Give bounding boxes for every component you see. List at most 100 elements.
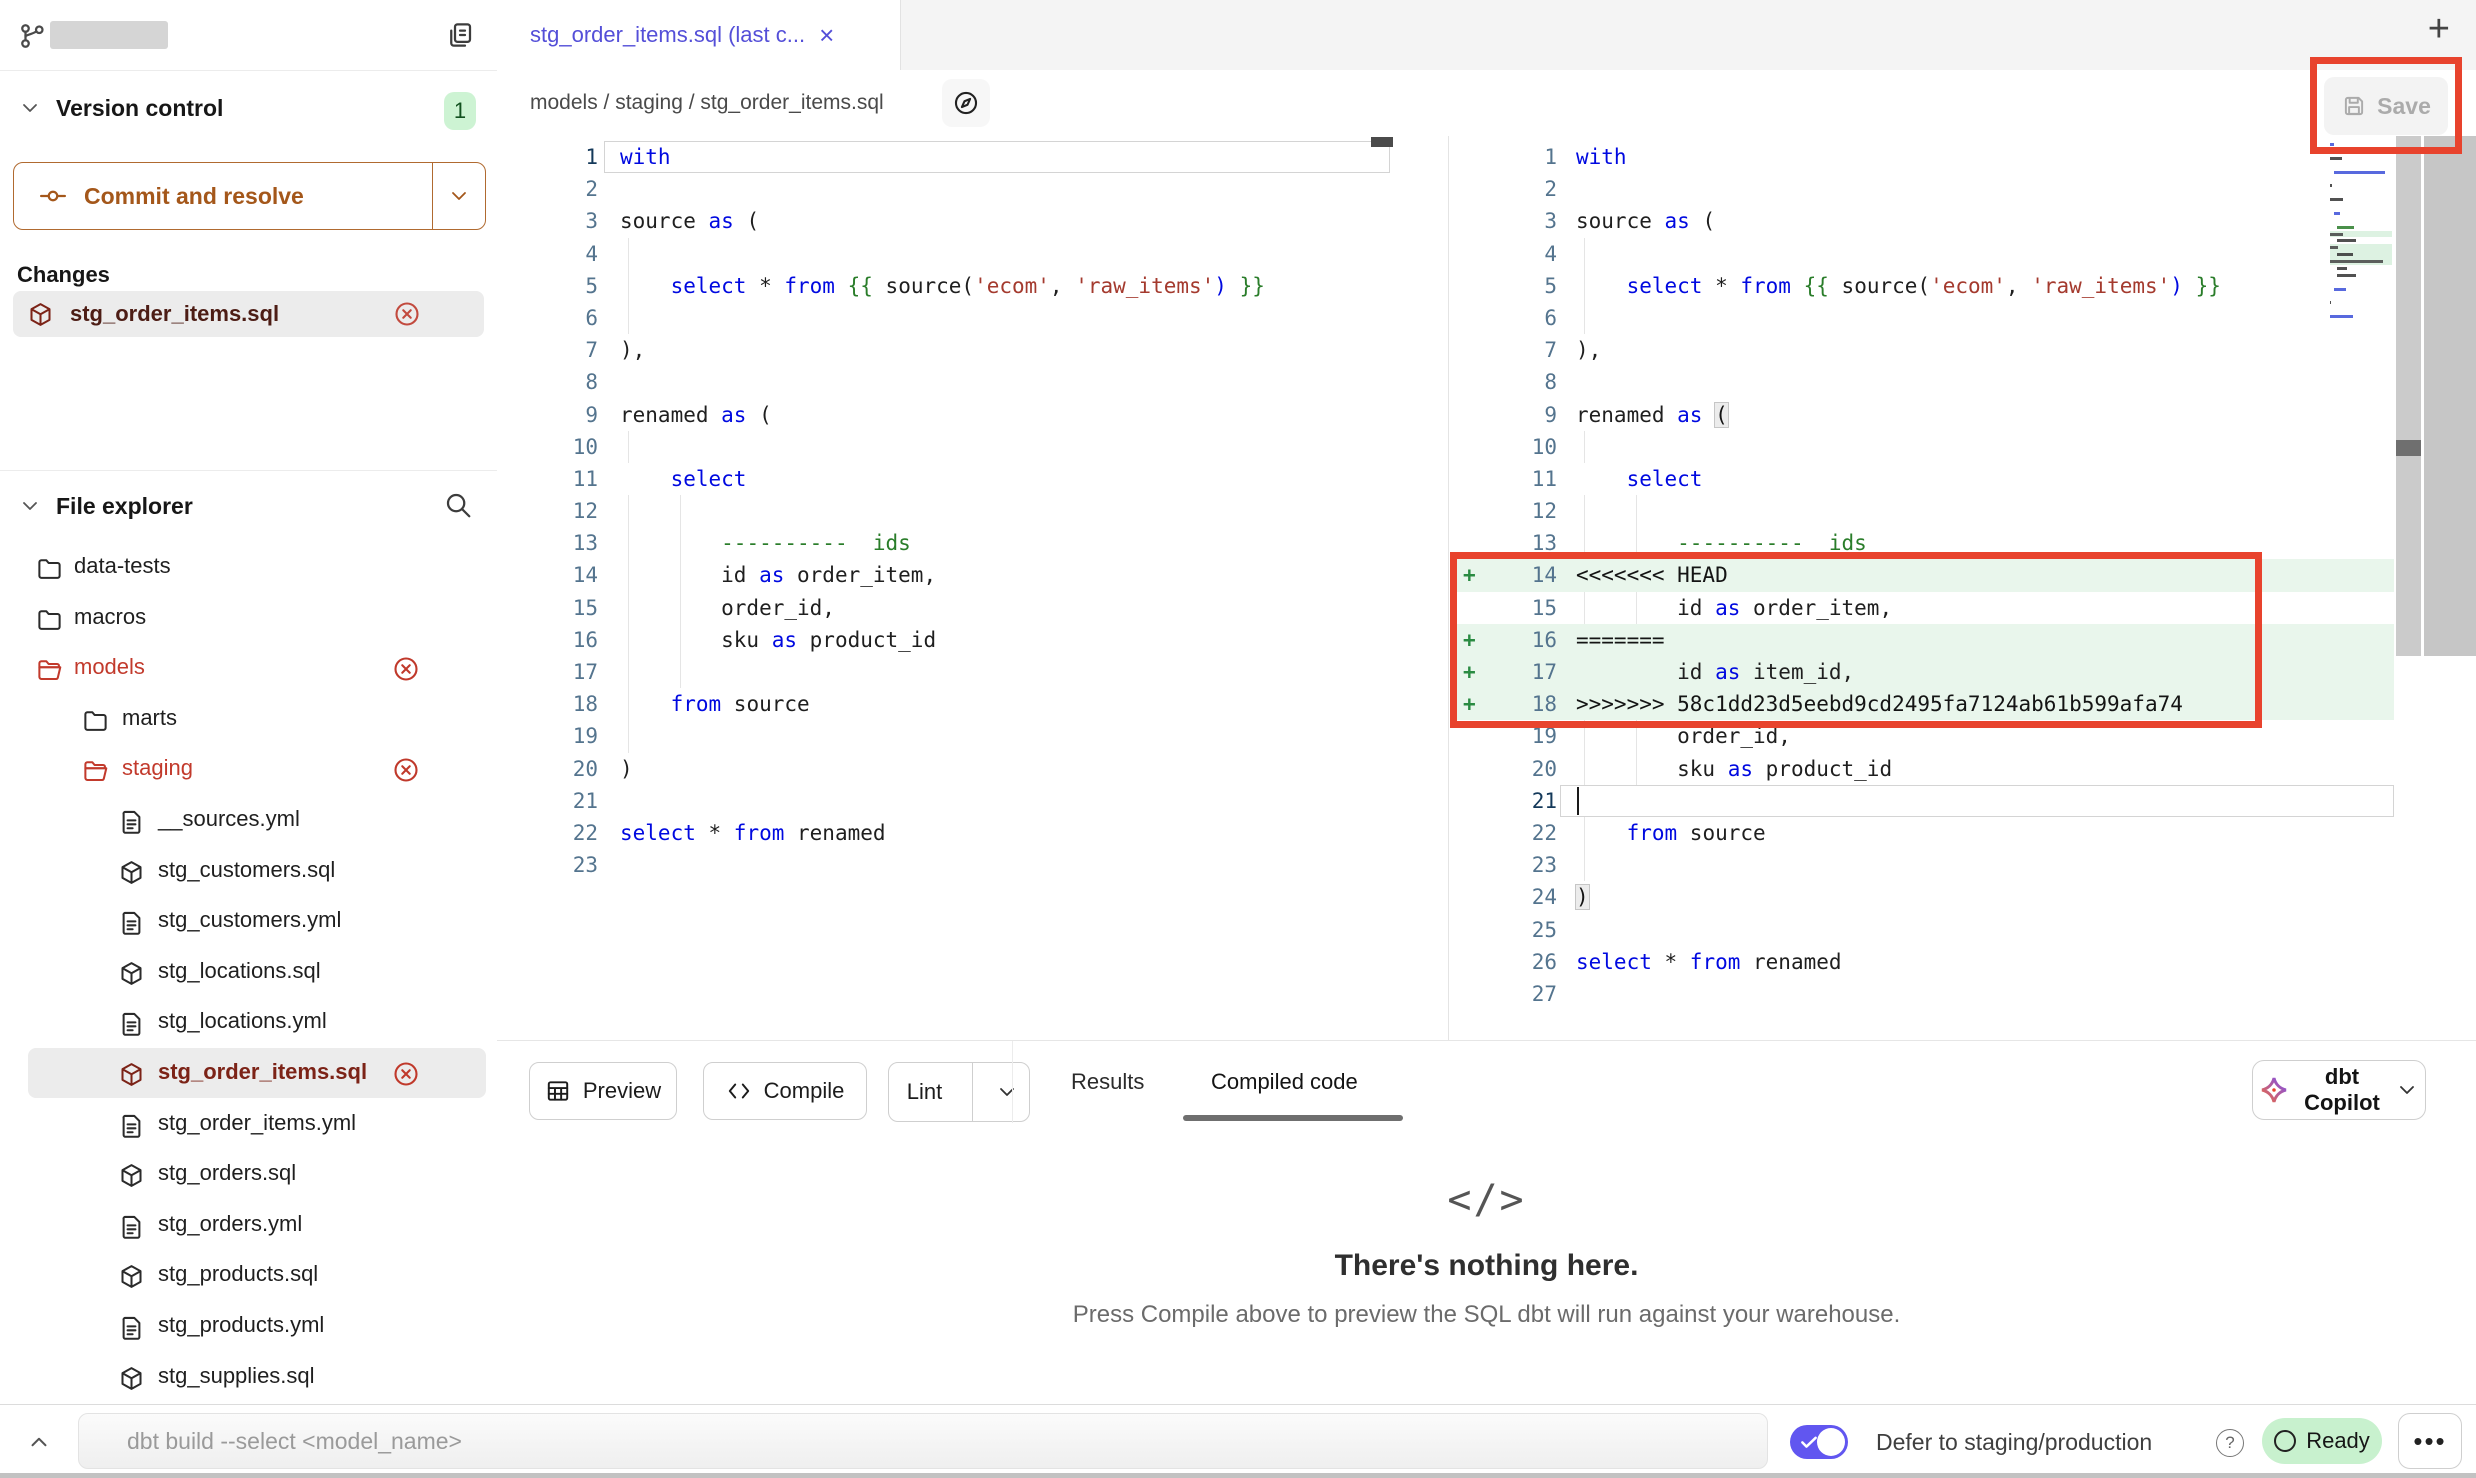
code-line-1[interactable]: 1with — [1455, 141, 2394, 173]
tab-results[interactable]: Results — [1071, 1041, 1144, 1122]
code-line-5[interactable]: 5 select * from {{ source('ecom', 'raw_i… — [497, 270, 1387, 302]
chevron-down-icon[interactable] — [18, 494, 42, 518]
copy-icon[interactable] — [445, 20, 475, 50]
close-icon[interactable]: × — [819, 20, 834, 51]
code-line-17[interactable]: +17 id as item_id, — [1455, 656, 2394, 688]
code-line-19[interactable]: 19 order_id, — [1455, 720, 2394, 752]
code-line-4[interactable]: 4 — [497, 238, 1387, 270]
code-line-19[interactable]: 19 — [497, 720, 1387, 752]
chevron-up-icon[interactable] — [26, 1429, 52, 1455]
code-line-5[interactable]: 5 select * from {{ source('ecom', 'raw_i… — [1455, 270, 2394, 302]
code-line-20[interactable]: 20 sku as product_id — [1455, 753, 2394, 785]
code-line-6[interactable]: 6 — [1455, 302, 2394, 334]
preview-button[interactable]: Preview — [529, 1062, 677, 1120]
code-line-25[interactable]: 25 — [1455, 914, 2394, 946]
conflict-circle-x-icon[interactable] — [392, 1060, 420, 1088]
code-line-21[interactable]: 21 — [1455, 785, 2394, 817]
scrollbar-thumb[interactable] — [2396, 440, 2421, 456]
file-explorer-item-stg-order-items-sql[interactable]: stg_order_items.sql — [0, 1048, 497, 1099]
code-line-14[interactable]: 14 id as order_item, — [497, 559, 1387, 591]
code-line-9[interactable]: 9renamed as ( — [497, 399, 1387, 431]
lint-label[interactable]: Lint — [889, 1079, 960, 1105]
code-line-8[interactable]: 8 — [497, 366, 1387, 398]
code-line-11[interactable]: 11 select — [497, 463, 1387, 495]
code-line-12[interactable]: 12 — [497, 495, 1387, 527]
file-explorer-item-stg-locations-sql[interactable]: stg_locations.sql — [0, 947, 497, 998]
code-line-18[interactable]: 18 from source — [497, 688, 1387, 720]
code-line-1[interactable]: 1with — [497, 141, 1387, 173]
code-line-7[interactable]: 7), — [1455, 334, 2394, 366]
code-line-23[interactable]: 23 — [497, 849, 1387, 881]
code-line-9[interactable]: 9renamed as ( — [1455, 399, 2394, 431]
code-line-24[interactable]: 24) — [1455, 881, 2394, 913]
file-explorer-item-stg-orders-yml[interactable]: stg_orders.yml — [0, 1200, 497, 1251]
code-line-14[interactable]: +14<<<<<<< HEAD — [1455, 559, 2394, 591]
conflict-circle-x-icon[interactable] — [392, 655, 420, 683]
code-line-2[interactable]: 2 — [497, 173, 1387, 205]
code-line-27[interactable]: 27 — [1455, 978, 2394, 1010]
commit-and-resolve-button[interactable]: Commit and resolve — [13, 162, 486, 230]
file-explorer-item--sources-yml[interactable]: __sources.yml — [0, 795, 497, 846]
defer-toggle[interactable] — [1790, 1425, 1848, 1459]
code-line-2[interactable]: 2 — [1455, 173, 2394, 205]
compile-button[interactable]: Compile — [703, 1062, 867, 1120]
file-explorer-item-stg-customers-sql[interactable]: stg_customers.sql — [0, 846, 497, 897]
code-line-18[interactable]: +18>>>>>>> 58c1dd23d5eebd9cd2495fa7124ab… — [1455, 688, 2394, 720]
code-line-11[interactable]: 11 select — [1455, 463, 2394, 495]
help-icon[interactable]: ? — [2216, 1429, 2244, 1457]
code-line-13[interactable]: 13 ---------- ids — [1455, 527, 2394, 559]
file-explorer-item-marts[interactable]: marts — [0, 694, 497, 745]
code-line-6[interactable]: 6 — [497, 302, 1387, 334]
minimap[interactable] — [2330, 141, 2392, 327]
left-pane-scrollbar-thumb[interactable] — [1371, 137, 1393, 147]
editor-scrollbar[interactable] — [2396, 136, 2421, 656]
file-explorer-item-stg-customers-yml[interactable]: stg_customers.yml — [0, 896, 497, 947]
code-line-21[interactable]: 21 — [497, 785, 1387, 817]
code-line-3[interactable]: 3source as ( — [497, 205, 1387, 237]
change-item[interactable]: stg_order_items.sql — [13, 291, 484, 337]
editor-pane-left[interactable]: 1with23source as (45 select * from {{ so… — [497, 136, 1448, 881]
file-explorer-item-stg-orders-sql[interactable]: stg_orders.sql — [0, 1149, 497, 1200]
code-line-16[interactable]: +16======= — [1455, 624, 2394, 656]
lint-dropdown-button[interactable] — [985, 1080, 1029, 1104]
version-control-header[interactable]: Version control — [18, 88, 223, 128]
more-options-button[interactable]: ••• — [2398, 1413, 2462, 1469]
code-line-7[interactable]: 7), — [497, 334, 1387, 366]
chevron-down-icon[interactable] — [18, 96, 42, 120]
dbt-copilot-button[interactable]: dbt Copilot — [2252, 1060, 2426, 1120]
code-line-17[interactable]: 17 — [497, 656, 1387, 688]
code-line-10[interactable]: 10 — [497, 431, 1387, 463]
file-explorer-item-stg-products-yml[interactable]: stg_products.yml — [0, 1301, 497, 1352]
code-line-8[interactable]: 8 — [1455, 366, 2394, 398]
code-line-23[interactable]: 23 — [1455, 849, 2394, 881]
new-tab-button[interactable]: + — [2428, 8, 2450, 51]
tab-stg-order-items[interactable]: stg_order_items.sql (last c... × — [497, 0, 901, 70]
code-line-10[interactable]: 10 — [1455, 431, 2394, 463]
lint-button[interactable]: Lint — [888, 1062, 1030, 1122]
code-line-22[interactable]: 22select * from renamed — [497, 817, 1387, 849]
code-line-13[interactable]: 13 ---------- ids — [497, 527, 1387, 559]
file-explorer-item-macros[interactable]: macros — [0, 593, 497, 644]
window-scrollbar[interactable] — [2424, 136, 2476, 656]
code-line-3[interactable]: 3source as ( — [1455, 205, 2394, 237]
tab-compiled-code[interactable]: Compiled code — [1211, 1041, 1358, 1122]
file-explorer-item-staging[interactable]: staging — [0, 744, 497, 795]
file-explorer-item-data-tests[interactable]: data-tests — [0, 542, 497, 593]
save-button[interactable]: Save — [2324, 77, 2448, 135]
code-line-20[interactable]: 20) — [497, 753, 1387, 785]
code-line-15[interactable]: 15 id as order_item, — [1455, 592, 2394, 624]
conflict-circle-x-icon[interactable] — [393, 300, 421, 328]
file-explorer-item-stg-order-items-yml[interactable]: stg_order_items.yml — [0, 1099, 497, 1150]
file-explorer-item-stg-products-sql[interactable]: stg_products.sql — [0, 1250, 497, 1301]
code-line-4[interactable]: 4 — [1455, 238, 2394, 270]
code-line-16[interactable]: 16 sku as product_id — [497, 624, 1387, 656]
file-explorer-item-stg-locations-yml[interactable]: stg_locations.yml — [0, 997, 497, 1048]
conflict-circle-x-icon[interactable] — [392, 756, 420, 784]
code-line-26[interactable]: 26select * from renamed — [1455, 946, 2394, 978]
code-line-12[interactable]: 12 — [1455, 495, 2394, 527]
file-explorer-item-models[interactable]: models — [0, 643, 497, 694]
search-icon[interactable] — [443, 490, 473, 520]
editor-pane-right[interactable]: 1with23source as (45 select * from {{ so… — [1455, 136, 2476, 1010]
commit-dropdown-button[interactable] — [433, 184, 485, 208]
command-input[interactable] — [78, 1413, 1768, 1469]
